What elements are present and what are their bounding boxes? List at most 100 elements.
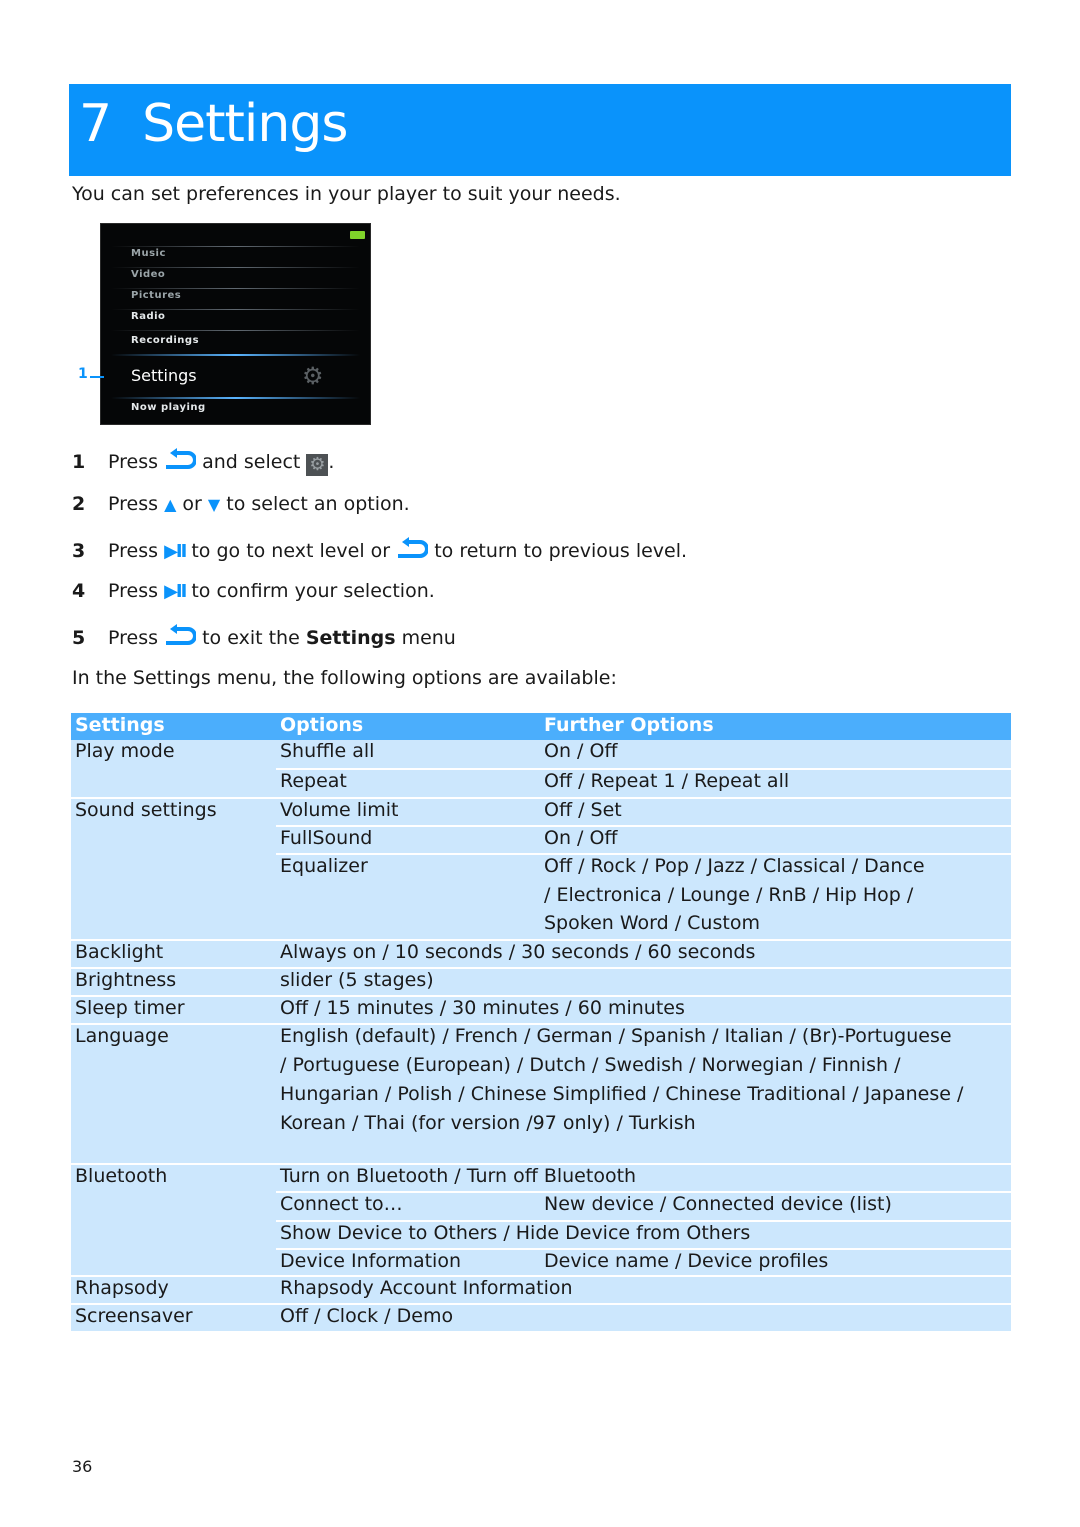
table-row: Play mode Shuffle all On / Off Repeat Of… xyxy=(71,740,1011,797)
option-cell: slider (5 stages) xyxy=(280,969,434,991)
table-subrow: FullSound On / Off xyxy=(276,825,1011,853)
table-subrow: Connect to… New device / Connected devic… xyxy=(276,1191,1011,1220)
option-cell: Show Device to Others / Hide Device from… xyxy=(280,1222,751,1244)
option-cell: Off / 15 minutes / 30 minutes / 60 minut… xyxy=(280,997,685,1019)
down-arrow-icon: ▼ xyxy=(207,495,221,514)
step-number: 4 xyxy=(72,580,86,602)
chapter-title: 7 Settings xyxy=(79,94,348,154)
step-text: to go to next level or xyxy=(191,540,391,562)
device-screen-image: Music Video Pictures Radio Recordings Se… xyxy=(100,223,371,425)
option-cell: Volume limit xyxy=(280,799,399,821)
option-cell: Off / Clock / Demo xyxy=(280,1305,454,1327)
step-2: 2 Press ▲ or ▼ to select an option. xyxy=(72,493,410,515)
step-5: 5 Press to exit the Settings menu xyxy=(72,624,456,649)
table-row: Backlight Always on / 10 seconds / 30 se… xyxy=(71,939,1011,967)
callout-line xyxy=(90,376,104,378)
selection-glow xyxy=(111,354,360,356)
option-cell: Rhapsody Account Information xyxy=(280,1277,573,1299)
table-header: Settings Options Further Options xyxy=(71,713,1011,740)
step-text: Press xyxy=(108,580,159,602)
settings-table: Settings Options Further Options Play mo… xyxy=(71,713,1011,1331)
gear-icon: ⚙ xyxy=(302,362,324,390)
step-text: to select an option. xyxy=(226,493,410,515)
divider xyxy=(111,246,360,247)
option-cell: Equalizer xyxy=(280,855,368,877)
table-row: Language English (default) / French / Ge… xyxy=(71,1023,1011,1163)
menu-item-recordings: Recordings xyxy=(131,335,200,346)
option-cell: / Portuguese (European) / Dutch / Swedis… xyxy=(280,1054,901,1076)
step-number: 1 xyxy=(72,451,86,473)
selection-glow xyxy=(111,397,360,399)
further-cell: On / Off xyxy=(544,827,618,849)
back-arrow-icon xyxy=(166,448,197,469)
menu-item-now-playing: Now playing xyxy=(131,402,206,413)
step-text: Press xyxy=(108,627,159,649)
setting-cell: Bluetooth xyxy=(75,1165,168,1187)
step-4: 4 Press ▶II to confirm your selection. xyxy=(72,580,435,602)
page-number: 36 xyxy=(72,1457,93,1476)
option-cell: Korean / Thai (for version /97 only) / T… xyxy=(280,1112,696,1134)
header-further-options: Further Options xyxy=(544,714,714,736)
menu-item-settings: Settings xyxy=(131,366,197,385)
table-subrow: Repeat Off / Repeat 1 / Repeat all xyxy=(276,768,1011,797)
table-row: Screensaver Off / Clock / Demo xyxy=(71,1303,1011,1331)
gear-icon: ⚙ xyxy=(306,454,329,476)
further-cell: New device / Connected device (list) xyxy=(544,1193,892,1215)
back-arrow-icon xyxy=(398,537,429,558)
step-text: or xyxy=(182,493,202,515)
step-text: to return to previous level. xyxy=(434,540,688,562)
up-arrow-icon: ▲ xyxy=(164,495,177,514)
option-cell: Turn on Bluetooth / Turn off Bluetooth xyxy=(280,1165,637,1187)
further-cell: Off / Repeat 1 / Repeat all xyxy=(544,770,790,792)
menu-item-music: Music xyxy=(131,248,166,259)
step-text: menu xyxy=(401,627,456,649)
step-text: and select xyxy=(202,451,301,473)
step-number: 3 xyxy=(72,540,86,562)
step-text-bold: Settings xyxy=(305,627,396,649)
option-cell: Hungarian / Polish / Chinese Simplified … xyxy=(280,1083,964,1105)
setting-cell: Sleep timer xyxy=(75,997,185,1019)
option-cell: Connect to… xyxy=(280,1193,403,1215)
further-cell: / Electronica / Lounge / RnB / Hip Hop / xyxy=(544,884,914,906)
further-cell: On / Off xyxy=(544,740,618,762)
setting-cell: Rhapsody xyxy=(75,1277,169,1299)
available-options-text: In the Settings menu, the following opti… xyxy=(72,667,617,689)
option-cell: Always on / 10 seconds / 30 seconds / 60… xyxy=(280,941,756,963)
setting-cell: Backlight xyxy=(75,941,164,963)
intro-text: You can set preferences in your player t… xyxy=(72,183,621,205)
menu-item-pictures: Pictures xyxy=(131,290,182,301)
option-cell: Device Information xyxy=(280,1250,462,1272)
setting-cell: Play mode xyxy=(75,740,175,762)
option-cell: English (default) / French / German / Sp… xyxy=(280,1025,952,1047)
divider xyxy=(111,330,360,331)
step-text: Press xyxy=(108,451,159,473)
setting-cell: Sound settings xyxy=(75,799,217,821)
step-1: 1 Press and select ⚙. xyxy=(72,448,334,476)
step-text: Press xyxy=(108,540,159,562)
menu-item-radio: Radio xyxy=(131,311,166,322)
further-cell: Spoken Word / Custom xyxy=(544,912,760,934)
table-subrow: Equalizer Off / Rock / Pop / Jazz / Clas… xyxy=(276,853,1011,941)
setting-cell: Brightness xyxy=(75,969,177,991)
table-row: Sleep timer Off / 15 minutes / 30 minute… xyxy=(71,995,1011,1023)
header-options: Options xyxy=(280,714,364,736)
option-cell: Repeat xyxy=(280,770,347,792)
table-subrow: Device Information Device name / Device … xyxy=(276,1248,1011,1277)
setting-cell: Screensaver xyxy=(75,1305,193,1327)
divider xyxy=(111,288,360,289)
table-row: Rhapsody Rhapsody Account Information xyxy=(71,1275,1011,1303)
further-cell: Device name / Device profiles xyxy=(544,1250,829,1272)
step-text: . xyxy=(328,451,335,473)
divider xyxy=(111,267,360,268)
back-arrow-icon xyxy=(166,624,197,645)
step-text: to confirm your selection. xyxy=(191,580,435,602)
header-settings: Settings xyxy=(75,714,165,736)
play-pause-icon: ▶II xyxy=(164,581,187,602)
table-row: Bluetooth Turn on Bluetooth / Turn off B… xyxy=(71,1163,1011,1277)
table-row: Brightness slider (5 stages) xyxy=(71,967,1011,995)
step-text: to exit the xyxy=(202,627,300,649)
table-subrow: Show Device to Others / Hide Device from… xyxy=(276,1220,1011,1248)
table-row: Sound settings Volume limit Off / Set Fu… xyxy=(71,797,1011,941)
callout-number: 1 xyxy=(78,366,88,382)
step-3: 3 Press ▶II to go to next level or to ret… xyxy=(72,537,687,562)
